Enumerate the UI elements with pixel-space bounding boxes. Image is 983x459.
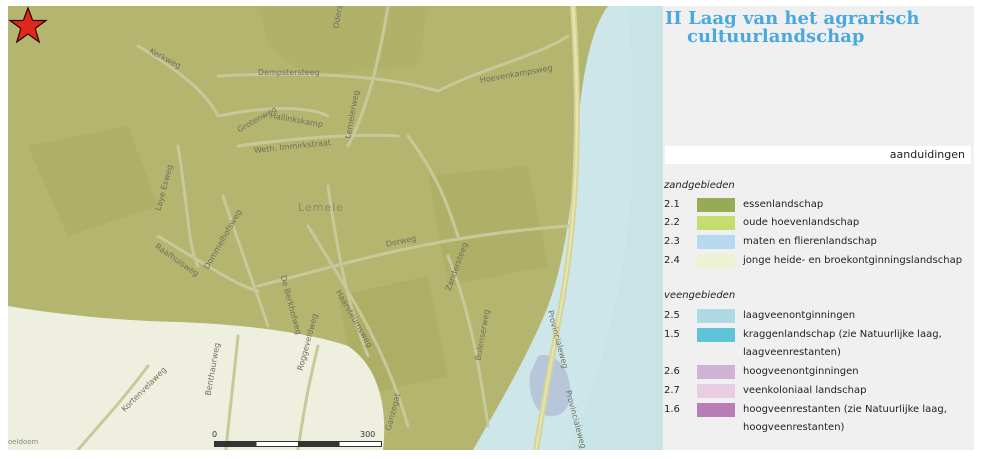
- legend-item-code: 2.6: [664, 366, 680, 377]
- scale-bar-graphic: [214, 441, 382, 447]
- legend-item-label: kraggenlandschap (zie Natuurlijke laag,: [743, 329, 942, 340]
- legend-item: 1.5 kraggenlandschap (zie Natuurlijke la…: [663, 327, 974, 363]
- legend-item-code: 2.3: [664, 236, 680, 247]
- legend-header: aanduidingen: [665, 146, 971, 164]
- legend-item-label: maten en flierenlandschap: [743, 236, 877, 247]
- legend-item-label: hoogveenontginningen: [743, 366, 859, 377]
- legend-item-label: jonge heide- en broekontginningslandscha…: [743, 255, 963, 266]
- legend-swatch: [697, 365, 735, 379]
- legend-item: 2.3 maten en flierenlandschap: [663, 234, 974, 252]
- legend-item: 1.6 hoogveenrestanten (zie Natuurlijke l…: [663, 402, 974, 438]
- legend-item-code: 2.2: [664, 217, 680, 228]
- legend-item: 2.1 essenlandschap: [663, 197, 974, 215]
- scale-bar: 0 300 m: [212, 430, 384, 448]
- legend-item: 2.6 hoogveenontginningen: [663, 364, 974, 382]
- legend-group-title: zandgebieden: [664, 180, 735, 191]
- legend-item-label: essenlandschap: [743, 199, 824, 210]
- legend-swatch: [697, 216, 735, 230]
- legend-item: 2.5 laagveenontginningen: [663, 308, 974, 326]
- scale-start-label: 0: [212, 430, 218, 439]
- map-canvas: [8, 6, 663, 450]
- legend-item: 2.2 oude hoevenlandschap: [663, 215, 974, 233]
- legend-item-label-cont: hoogveenrestanten): [743, 422, 845, 433]
- legend-item-label: hoogveenrestanten (zie Natuurlijke laag,: [743, 404, 947, 415]
- star-marker-icon[interactable]: [8, 6, 48, 46]
- legend-item-label: oude hoevenlandschap: [743, 217, 860, 228]
- legend-title: II Laag van het agrarisch cultuurlandsch…: [665, 10, 965, 46]
- legend-panel: II Laag van het agrarisch cultuurlandsch…: [663, 6, 974, 450]
- legend-item-code: 2.7: [664, 385, 680, 396]
- legend-header-label: aanduidingen: [889, 148, 965, 161]
- legend-item-label-cont: laagveenrestanten): [743, 347, 841, 358]
- legend-item-code: 2.4: [664, 255, 680, 266]
- legend-title-line2: cultuurlandschap: [687, 26, 865, 47]
- legend-item: 2.4 jonge heide- en broekontginningsland…: [663, 253, 974, 271]
- map-view[interactable]: Kerkweg Oderstraat Dempstersteeg Hoevenk…: [8, 6, 663, 450]
- legend-item-code: 2.1: [664, 199, 680, 210]
- legend-item-code: 2.5: [664, 310, 680, 321]
- map-attribution: oeldoom: [8, 438, 39, 446]
- legend-swatch: [697, 198, 735, 212]
- road-label: Dempstersteeg: [258, 68, 320, 77]
- legend-swatch: [697, 328, 735, 342]
- legend-item-label: laagveenontginningen: [743, 310, 856, 321]
- legend-group-title: veengebieden: [664, 290, 736, 301]
- legend-item: 2.7 veenkoloniaal landschap: [663, 383, 974, 401]
- legend-item-label: veenkoloniaal landschap: [743, 385, 867, 396]
- legend-swatch: [697, 403, 735, 417]
- town-label: Lemele: [298, 201, 345, 214]
- legend-swatch: [697, 309, 735, 323]
- legend-swatch: [697, 254, 735, 268]
- legend-swatch: [697, 235, 735, 249]
- legend-swatch: [697, 384, 735, 398]
- legend-item-code: 1.6: [664, 404, 680, 415]
- legend-item-code: 1.5: [664, 329, 680, 340]
